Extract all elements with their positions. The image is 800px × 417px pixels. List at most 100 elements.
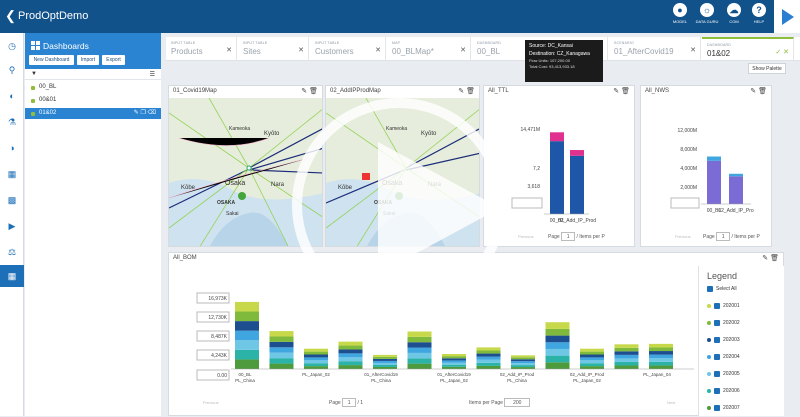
close-icon[interactable]: ✕ <box>460 46 466 54</box>
page-input[interactable]: 1 <box>342 398 357 407</box>
model-button[interactable]: ● MODEL <box>668 3 692 24</box>
bar-segment <box>407 331 432 337</box>
cloud-icon: ☁ <box>727 3 741 17</box>
play-icon <box>782 9 794 25</box>
panel-title: 01_Covid19Map <box>173 88 217 94</box>
legend-checkbox[interactable] <box>714 336 720 343</box>
bar-segment <box>511 363 535 366</box>
bar-segment <box>235 349 259 360</box>
legend-swatch <box>707 320 711 325</box>
nav-scale-icon[interactable]: ⚖ <box>0 241 24 263</box>
nav-timer-icon[interactable]: ◷ <box>0 35 24 57</box>
bar-segment <box>304 366 328 369</box>
bar-segment <box>614 365 639 369</box>
dashboard-item-01&02[interactable]: 01&02 ✎ ❐ ⌫ <box>25 108 161 119</box>
nav-search-icon[interactable]: ⚲ <box>0 59 24 81</box>
panel-edit-delete-icons[interactable]: ✎ 🗑 <box>301 87 318 95</box>
bar-segment <box>580 366 604 369</box>
legend-item[interactable]: 202001 <box>707 301 740 311</box>
bar-segment <box>545 362 570 369</box>
bar-segment <box>614 358 639 362</box>
run-button[interactable] <box>774 0 800 33</box>
tab-scenario[interactable]: SCENARIO 01_AfterCovid19 ✕ <box>609 37 701 61</box>
page-input[interactable]: 1 <box>716 232 731 241</box>
new-dashboard-button[interactable]: New Dashboard <box>29 55 74 65</box>
legend-item[interactable]: 202007 <box>707 403 740 413</box>
import-button[interactable]: Import <box>77 55 99 65</box>
bar-segment <box>580 363 604 367</box>
help-button[interactable]: ? HELP <box>747 3 771 24</box>
legend-item[interactable]: 202006 <box>707 386 740 396</box>
bar-segment <box>269 347 294 353</box>
y-tick-label: 4,243K <box>211 353 228 359</box>
play-icon[interactable] <box>378 142 500 274</box>
filter-icon[interactable]: ▼ <box>31 71 37 77</box>
bar-segment <box>649 361 673 366</box>
panel-edit-delete-icons[interactable]: ✎ 🗑 <box>458 87 475 95</box>
legend-checkbox[interactable] <box>714 387 720 394</box>
data-guru-button[interactable]: ☼ DATA GURU <box>695 3 719 24</box>
bar-segment <box>235 330 259 341</box>
bar-segment <box>304 354 328 358</box>
close-icon[interactable]: ✕ <box>226 46 232 54</box>
items-per-page-select[interactable]: 200 <box>504 398 531 407</box>
tab-sites[interactable]: INPUT TABLE Sites ✕ <box>238 37 309 61</box>
nav-flask-icon[interactable]: ⚗ <box>0 111 24 133</box>
com-button[interactable]: ☁ COM <box>722 3 746 24</box>
bar-segment <box>373 358 397 361</box>
chevron-left-icon[interactable]: ❮ <box>5 8 16 24</box>
tab-map[interactable]: MAP 00_BLMap* ✕ <box>387 37 471 61</box>
bar-segment <box>235 340 259 350</box>
legend-item[interactable]: 202005 <box>707 369 740 379</box>
export-button[interactable]: Export <box>102 55 125 65</box>
check-icon[interactable]: ✓ ✕ <box>775 48 789 56</box>
bar-segment <box>407 352 432 359</box>
bar-segment <box>235 359 259 369</box>
legend-checkbox[interactable] <box>714 404 720 411</box>
nav-dashboard-icon[interactable]: ▦ <box>0 265 24 287</box>
panel-edit-delete-icons[interactable]: ✎ 🗑 <box>762 254 779 262</box>
previous-button[interactable]: Previous <box>675 234 691 239</box>
tab-dashboard-01&02[interactable]: DASHBOARD 01&02 ✓ ✕ <box>702 37 794 61</box>
items-per-page: Items per Page 200 <box>469 398 531 407</box>
bar-segment <box>649 358 673 362</box>
legend-swatch <box>707 354 711 359</box>
previous-button[interactable]: Previous <box>203 400 219 405</box>
nav-globe-icon[interactable]: ◑ <box>0 137 24 159</box>
close-icon[interactable]: ✕ <box>690 46 696 54</box>
legend-checkbox[interactable] <box>714 353 720 360</box>
legend-checkbox[interactable] <box>714 302 720 309</box>
pager: Page 1 / Items per P <box>703 232 760 241</box>
legend-checkbox[interactable] <box>714 319 720 326</box>
tab-products[interactable]: INPUT TABLE Products ✕ <box>166 37 237 61</box>
bar-segment <box>442 364 466 367</box>
close-icon[interactable]: ✕ <box>375 46 381 54</box>
dashboard-item-00&01[interactable]: 00&01 <box>25 95 161 106</box>
x-tick-label: 00_BL <box>238 372 252 377</box>
bar-segment <box>511 359 535 362</box>
legend-checkbox[interactable] <box>714 370 720 377</box>
sort-icon[interactable]: ☰ <box>150 71 155 78</box>
close-icon[interactable]: ✕ <box>298 46 304 54</box>
bar-segment <box>545 328 570 336</box>
page-input[interactable]: 1 <box>561 232 576 241</box>
show-palette-button[interactable]: Show Palette <box>748 63 786 74</box>
nav-bus-icon[interactable]: ▩ <box>0 189 24 211</box>
nav-truck-icon[interactable]: ▶ <box>0 215 24 237</box>
next-button[interactable]: Next <box>667 400 675 405</box>
bar-segment <box>649 343 673 348</box>
select-all-checkbox[interactable]: Select All <box>707 284 737 294</box>
nav-grid-icon[interactable]: ▦ <box>0 163 24 185</box>
previous-button[interactable]: Previous <box>518 234 534 239</box>
tab-customers[interactable]: INPUT TABLE Customers ✕ <box>310 37 386 61</box>
dashboard-item-00_BL[interactable]: 00_BL <box>25 82 161 93</box>
edit-icons[interactable]: ✎ ❐ ⌫ <box>134 108 156 119</box>
legend-item[interactable]: 202003 <box>707 335 740 345</box>
guru-icon: ☼ <box>700 3 714 17</box>
bar-segment <box>511 357 535 360</box>
legend-item[interactable]: 202004 <box>707 352 740 362</box>
legend-item[interactable]: 202002 <box>707 318 740 328</box>
bar-segment <box>269 358 294 364</box>
nav-chart-icon[interactable]: ◐ <box>0 85 24 107</box>
left-nav: ◷ ⚲ ◐ ⚗ ◑ ▦ ▩ ▶ ⚖ ▦ <box>0 33 24 416</box>
